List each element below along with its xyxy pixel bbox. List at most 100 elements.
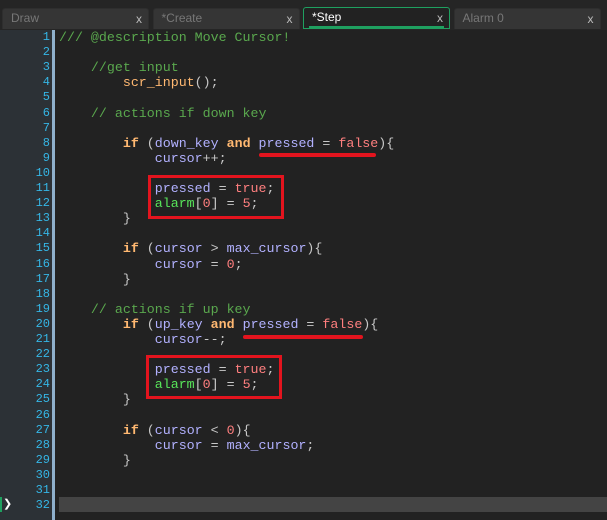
token-lit: 0 — [226, 422, 235, 438]
code-line[interactable]: if (cursor < 0){ — [59, 423, 251, 438]
token-punc — [59, 196, 155, 211]
code-line[interactable]: cursor = 0; — [59, 257, 243, 272]
line-number: 30 — [35, 467, 50, 482]
line-number: 31 — [35, 483, 50, 497]
line-number: 7 — [42, 120, 50, 135]
tab-step[interactable]: *Step x — [303, 7, 450, 29]
token-punc — [59, 136, 123, 151]
code-line[interactable]: // actions if down key — [59, 106, 267, 121]
token-punc: ; — [306, 437, 315, 453]
tab-draw[interactable]: Draw x — [2, 8, 149, 29]
annotation-box-up — [146, 355, 282, 399]
token-punc — [59, 241, 123, 256]
line-number: 23 — [35, 362, 50, 377]
line-number: 9 — [42, 150, 50, 165]
gutter-divider — [52, 30, 55, 520]
token-var: up_key — [154, 316, 203, 332]
code-line[interactable]: if (cursor > max_cursor){ — [59, 241, 323, 257]
code-line[interactable]: cursor++; — [59, 151, 227, 166]
code-line[interactable]: } — [59, 211, 131, 226]
tab-alarm-0[interactable]: Alarm 0 x — [453, 8, 601, 29]
line-number: 2 — [42, 45, 50, 60]
line-number: 5 — [42, 90, 50, 105]
line-number: 22 — [35, 347, 50, 362]
line-number: 6 — [42, 105, 50, 120]
token-kw: if — [122, 316, 139, 332]
line-number: 27 — [35, 422, 50, 437]
token-var: pressed — [258, 135, 315, 151]
line-number: 21 — [35, 332, 50, 346]
token-comment: /// @description Move Cursor! — [59, 30, 291, 45]
code-line[interactable]: } — [59, 392, 131, 407]
tab-label: Draw — [11, 11, 40, 25]
token-lit: 0 — [226, 256, 235, 272]
token-kw: and — [210, 316, 235, 332]
code-line[interactable]: // actions if up key — [59, 302, 251, 317]
token-punc: ){ — [306, 241, 323, 257]
code-line[interactable]: } — [59, 453, 131, 468]
token-punc: = — [298, 316, 323, 332]
token-punc: } — [59, 392, 131, 408]
close-icon[interactable]: x — [136, 12, 142, 26]
token-var: cursor — [154, 241, 203, 257]
token-kw: if — [122, 422, 139, 438]
token-punc: ( — [138, 316, 155, 332]
code-line[interactable]: cursor--; — [59, 332, 227, 347]
code-line[interactable]: cursor = max_cursor; — [59, 437, 315, 453]
code-line[interactable]: scr_input(); — [59, 75, 219, 90]
token-punc: ){ — [234, 422, 251, 438]
line-number: 3 — [42, 60, 50, 75]
line-number: 12 — [35, 196, 50, 211]
line-number: 24 — [35, 377, 50, 392]
line-number: 1 — [42, 30, 50, 44]
close-icon[interactable]: x — [437, 11, 443, 25]
token-comment: //get input — [59, 60, 179, 76]
token-punc: --; — [202, 332, 227, 347]
token-punc — [219, 136, 227, 151]
line-number: 16 — [35, 256, 50, 271]
close-icon[interactable]: x — [588, 12, 594, 26]
line-number: 18 — [35, 286, 50, 301]
tab-label: *Create — [161, 11, 203, 25]
code-line[interactable]: if (up_key and pressed = false){ — [59, 317, 378, 332]
code-line[interactable]: /// @description Move Cursor! — [59, 30, 290, 45]
token-punc — [59, 362, 155, 377]
token-kw: if — [122, 135, 139, 151]
token-punc: = — [314, 135, 339, 151]
token-punc: ( — [138, 422, 155, 438]
token-punc — [59, 332, 155, 347]
token-punc — [251, 136, 259, 151]
token-lit: false — [338, 135, 379, 151]
token-var: cursor — [154, 150, 203, 166]
token-punc — [203, 317, 211, 332]
code-line[interactable]: //get input — [59, 60, 179, 75]
token-punc: ( — [138, 135, 155, 151]
line-number: 26 — [35, 407, 50, 422]
token-fn: scr_input — [122, 75, 195, 91]
token-punc: = — [202, 256, 227, 272]
code-line[interactable]: if (down_key and pressed = false){ — [59, 136, 394, 151]
token-punc — [59, 438, 155, 453]
token-var: cursor — [154, 437, 203, 453]
token-lit: false — [322, 316, 363, 332]
token-kw: if — [122, 241, 139, 257]
token-punc: ){ — [362, 316, 379, 332]
annotation-underline-up — [243, 335, 363, 339]
token-punc: ( — [138, 241, 155, 257]
tab-label: Alarm 0 — [462, 11, 504, 25]
line-number: 19 — [35, 301, 50, 316]
annotation-box-down — [148, 175, 284, 219]
token-punc: } — [59, 452, 131, 468]
line-number: 10 — [35, 165, 50, 180]
token-comment: // actions if up key — [59, 301, 251, 317]
token-var: cursor — [154, 422, 203, 438]
code-line[interactable]: } — [59, 272, 131, 287]
token-punc — [235, 317, 243, 332]
line-number: 8 — [42, 135, 50, 150]
token-kw: and — [226, 135, 251, 151]
token-punc: ; — [234, 256, 243, 272]
token-var: cursor — [154, 332, 203, 347]
tab-create[interactable]: *Create x — [152, 8, 300, 29]
token-var: pressed — [242, 316, 299, 332]
close-icon[interactable]: x — [287, 12, 293, 26]
